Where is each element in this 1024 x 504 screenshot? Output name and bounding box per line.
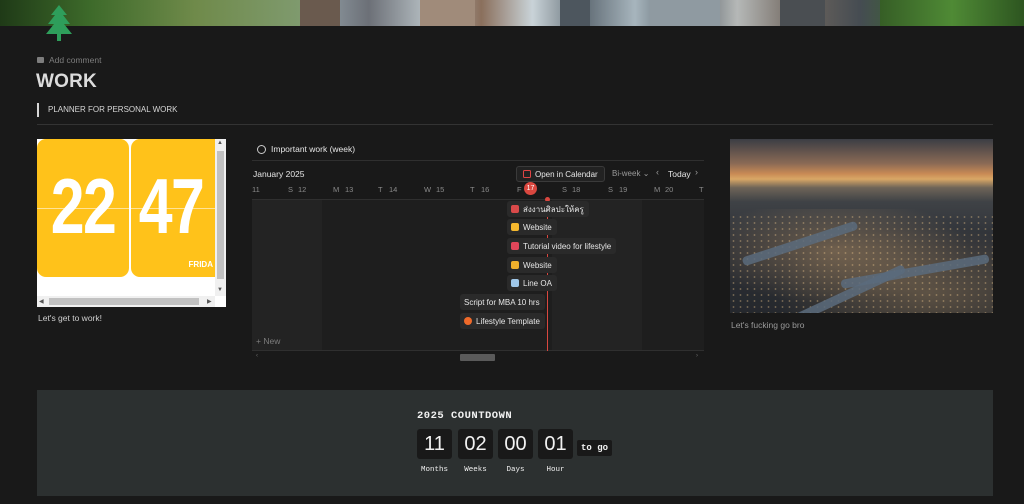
calendar-icon <box>523 170 531 178</box>
day-label: T <box>470 185 475 194</box>
timeline-item-label: Website <box>523 222 552 232</box>
chevron-left-icon: ‹ <box>656 167 659 177</box>
open-in-calendar-label: Open in Calendar <box>535 169 598 179</box>
countdown-months: 11 <box>417 429 452 459</box>
timeline-day-header: 11 S 12 M 13 T 14 W 15 T 16 F S 18 S 19 … <box>252 183 704 199</box>
day-label: 16 <box>481 185 490 194</box>
timeline-scrollbar-thumb[interactable] <box>460 354 495 361</box>
tree-icon[interactable] <box>44 4 74 42</box>
chevron-right-icon: › <box>695 167 698 177</box>
day-label: S <box>288 185 294 194</box>
timeline-title[interactable]: Important work (week) <box>257 144 355 154</box>
add-comment-label: Add comment <box>49 55 102 65</box>
new-item-button[interactable]: + New <box>256 336 280 346</box>
clock-vertical-scrollbar[interactable]: ▲ ▼ <box>215 139 226 296</box>
timeline-item-label: Lifestyle Template <box>476 316 540 326</box>
countdown-days: 00 <box>498 429 533 459</box>
clock-horizontal-scrollbar[interactable]: ◀ ▶ <box>37 296 215 307</box>
timeline-item[interactable]: ส่งงานศิลปะให้ครู <box>507 201 589 217</box>
day-label: T <box>699 185 704 194</box>
face-icon <box>511 261 519 269</box>
timeline-item[interactable]: Website <box>507 219 557 235</box>
city-night-photo <box>730 139 993 313</box>
flip-clock-widget: 22 47 FRIDA ▲ ▼ ◀ ▶ <box>37 139 226 307</box>
day-label: M <box>333 185 340 194</box>
scroll-left-icon[interactable]: ‹ <box>256 353 258 359</box>
countdown-widget: 2025 COUNTDOWN 11 02 00 01 to go Months … <box>37 390 993 496</box>
day-label: 19 <box>619 185 628 194</box>
clock-hours-card: 22 <box>37 139 129 277</box>
day-label: 12 <box>298 185 307 194</box>
scroll-right-icon[interactable]: › <box>696 353 698 359</box>
cloud-icon <box>511 279 519 287</box>
view-range-label: Bi-week <box>612 169 641 178</box>
clock-hours: 22 <box>50 162 117 250</box>
day-label: 11 <box>252 185 260 194</box>
countdown-label: Hour <box>546 466 565 474</box>
new-item-label: New <box>263 336 281 346</box>
timeline-item-label: ส่งงานศิลปะให้ครู <box>523 204 584 214</box>
timeline-item[interactable]: Line OA <box>507 275 557 291</box>
timeline-item[interactable]: Website <box>507 257 557 273</box>
divider <box>37 124 993 125</box>
plus-icon: + <box>256 336 261 346</box>
add-comment-button[interactable]: Add comment <box>37 55 101 65</box>
day-label: S <box>562 185 568 194</box>
timeline-item-label: Script for MBA 10 hrs <box>464 297 540 307</box>
today-button[interactable]: Today <box>668 169 691 179</box>
day-label: 14 <box>389 185 398 194</box>
countdown-weeks: 02 <box>458 429 493 459</box>
day-label: S <box>608 185 614 194</box>
clock-minutes: 47 <box>138 162 205 250</box>
timeline-item-label: Line OA <box>523 278 552 288</box>
circle-icon <box>257 144 266 154</box>
rainbow-icon <box>511 223 519 231</box>
day-label: 15 <box>436 185 445 194</box>
countdown-to-go: to go <box>577 440 613 456</box>
fire-icon <box>464 317 472 325</box>
countdown-label: Days <box>506 466 525 474</box>
previous-button[interactable]: ‹ <box>656 167 659 177</box>
clock-day: FRIDA <box>188 260 213 269</box>
timeline-month: January 2025 <box>253 169 305 179</box>
countdown-hours: 01 <box>538 429 573 459</box>
countdown-label: Months <box>420 466 448 474</box>
day-label: W <box>424 185 432 194</box>
timeline-item[interactable]: Script for MBA 10 hrs <box>460 294 545 310</box>
day-label: T <box>378 185 383 194</box>
view-range-select[interactable]: Bi-week ⌄ <box>612 169 649 178</box>
open-in-calendar-button[interactable]: Open in Calendar <box>516 166 605 182</box>
timeline-title-label: Important work (week) <box>271 144 356 154</box>
comment-icon <box>37 57 44 63</box>
bow-icon <box>511 242 519 250</box>
day-label: M <box>654 185 661 194</box>
timeline-divider <box>252 160 704 161</box>
timeline-item[interactable]: Tutorial video for lifestyle <box>507 238 617 254</box>
page-title[interactable]: WORK <box>36 71 97 93</box>
cover-image <box>0 0 1024 26</box>
countdown-label: Weeks <box>464 466 487 474</box>
today-date-badge: 17 <box>524 182 537 195</box>
chevron-down-icon: ⌄ <box>642 169 650 178</box>
clock-minutes-card: 47 FRIDA <box>131 139 215 277</box>
quote-block[interactable]: PLANNER FOR PERSONAL WORK <box>37 103 178 117</box>
weekend-column <box>252 200 322 350</box>
next-button[interactable]: › <box>695 167 698 177</box>
countdown-title: 2025 COUNTDOWN <box>417 410 513 422</box>
timeline-item[interactable]: Lifestyle Template <box>460 313 545 329</box>
timeline-item-label: Website <box>523 260 552 270</box>
day-label: F <box>517 185 522 194</box>
weekend-column <box>552 200 642 350</box>
pencil-icon <box>511 205 519 213</box>
day-label: 20 <box>665 185 674 194</box>
clock-caption: Let's get to work! <box>38 313 102 323</box>
day-label: 18 <box>572 185 581 194</box>
photo-caption: Let's fucking go bro <box>731 320 805 330</box>
day-label: 13 <box>345 185 354 194</box>
timeline-item-label: Tutorial video for lifestyle <box>523 241 612 251</box>
